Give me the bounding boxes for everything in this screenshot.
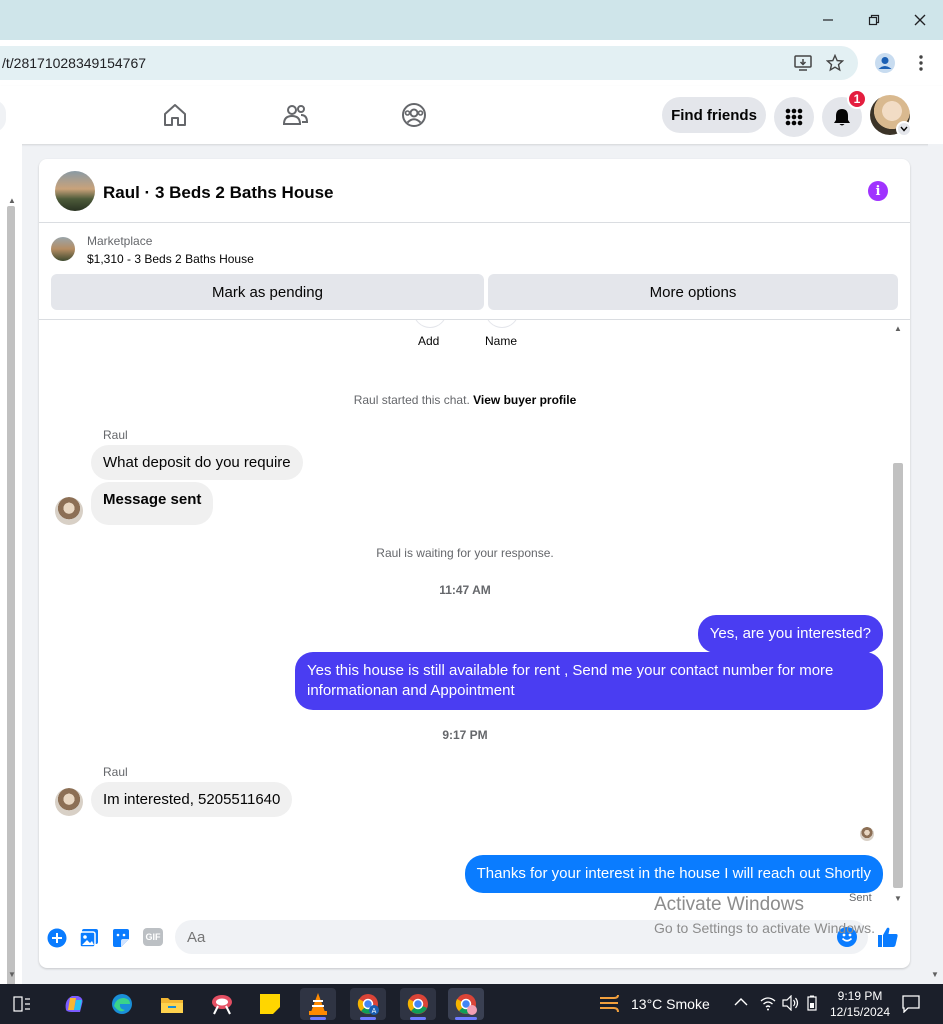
scroll-up-arrow-icon[interactable]: ▲ [894, 324, 902, 333]
scroll-up-arrow-icon[interactable]: ▲ [8, 196, 16, 205]
mark-as-pending-button[interactable]: Mark as pending [51, 274, 484, 310]
url-field[interactable]: /t/28171028349154767 [0, 46, 858, 80]
seen-indicator-avatar [860, 827, 874, 841]
wifi-icon[interactable] [760, 995, 776, 1016]
chat-started-notice: Raul started this chat. View buyer profi… [39, 393, 891, 407]
chrome-profile-b-icon[interactable] [400, 988, 436, 1020]
vlc-player-icon[interactable] [300, 988, 336, 1020]
outgoing-message[interactable]: Yes, are you interested? [697, 615, 883, 653]
photo-icon[interactable] [79, 928, 99, 948]
friends-icon[interactable] [282, 102, 309, 128]
chrome-profile-a-icon[interactable]: A [350, 988, 386, 1020]
file-explorer-icon[interactable] [154, 988, 190, 1020]
outgoing-message[interactable]: Thanks for your interest in the house I … [464, 855, 883, 893]
volume-icon[interactable] [782, 994, 800, 1016]
chat-header: Raul · 3 Beds 2 Baths House i [39, 159, 910, 223]
messages-scrollbar[interactable]: ▲ ▼ [891, 320, 905, 906]
sender-name: Raul [103, 765, 128, 779]
home-icon[interactable] [162, 102, 188, 128]
page-scrollbar[interactable]: ▼ [928, 144, 943, 984]
address-bar: /t/28171028349154767 [0, 40, 943, 86]
url-text: /t/28171028349154767 [2, 55, 147, 71]
groups-icon[interactable] [401, 102, 427, 128]
active-indicator [455, 1017, 477, 1020]
battery-icon[interactable] [806, 995, 818, 1016]
add-label: Add [418, 334, 440, 348]
edge-browser-icon[interactable] [104, 988, 140, 1020]
more-options-button[interactable]: More options [488, 274, 898, 310]
browser-menu-icon[interactable] [910, 52, 932, 74]
running-indicator [410, 1017, 426, 1020]
incoming-message[interactable]: What deposit do you require [91, 445, 303, 480]
running-indicator [310, 1017, 326, 1020]
clock-date: 12/15/2024 [829, 1005, 891, 1019]
watermark-line1: Activate Windows [654, 894, 804, 915]
snipping-tool-icon[interactable] [204, 988, 240, 1020]
menu-grid-icon[interactable] [774, 97, 814, 137]
install-app-icon[interactable] [792, 52, 814, 74]
task-view-icon[interactable] [4, 988, 40, 1020]
find-friends-button[interactable]: Find friends [662, 97, 766, 133]
info-icon[interactable]: i [868, 181, 888, 201]
profile-icon[interactable] [874, 52, 896, 74]
running-indicator [360, 1017, 376, 1020]
chat-panel: Raul · 3 Beds 2 Baths House i Marketplac… [39, 159, 910, 968]
bookmark-star-icon[interactable] [824, 52, 846, 74]
scroll-down-arrow-icon[interactable]: ▼ [894, 894, 902, 903]
incoming-message[interactable]: Message sent [91, 482, 214, 525]
sticker-icon[interactable] [111, 928, 131, 948]
chevron-up-icon[interactable] [734, 996, 748, 1010]
left-scrollbar[interactable]: ▲ ▼ [0, 144, 22, 990]
messages-scrollbar-thumb[interactable] [893, 463, 903, 888]
chrome-profile-c-icon[interactable] [448, 988, 484, 1020]
copilot-icon[interactable] [56, 988, 92, 1020]
watermark-line2: Go to Settings to activate Windows. [654, 920, 875, 936]
name-action-circle[interactable] [485, 320, 519, 328]
chat-title[interactable]: Raul · 3 Beds 2 Baths House [103, 183, 334, 203]
waiting-notice: Raul is waiting for your response. [376, 546, 554, 560]
sticky-notes-icon[interactable] [252, 988, 288, 1020]
incoming-message[interactable]: Im interested, 5205511640 [91, 782, 293, 817]
search-field-edge[interactable] [0, 100, 6, 132]
windows-taskbar: A 13°C Smoke 9:19 PM 12/15/2024 [0, 984, 943, 1024]
close-icon[interactable] [900, 6, 940, 34]
clock-time: 9:19 PM [837, 989, 883, 1003]
restore-icon[interactable] [854, 6, 894, 34]
timestamp: 11:47 AM [439, 583, 491, 597]
listing-avatar[interactable] [55, 171, 95, 211]
sender-avatar[interactable] [55, 497, 83, 525]
thumbs-up-icon[interactable] [877, 926, 899, 948]
browser-title-bar [0, 0, 943, 40]
left-scrollbar-thumb[interactable] [7, 206, 15, 990]
add-plus-icon[interactable] [47, 928, 67, 948]
svg-text:A: A [372, 1008, 377, 1015]
activate-windows-watermark: Activate Windows Go to Settings to activ… [654, 894, 875, 936]
notification-badge: 1 [847, 89, 867, 109]
listing-summary[interactable]: $1,310 - 3 Beds 2 Baths House [87, 252, 254, 266]
weather-smoke-icon[interactable] [598, 994, 622, 1019]
name-label: Name [485, 334, 518, 348]
page-scroll-down-icon[interactable]: ▼ [931, 970, 939, 979]
gif-label: GIF [143, 928, 163, 946]
marketplace-label: Marketplace [87, 234, 153, 248]
notification-center-icon[interactable] [902, 995, 920, 1018]
chat-started-text: Raul started this chat. [353, 393, 470, 407]
taskbar-clock[interactable]: 9:19 PM 12/15/2024 [828, 988, 892, 1020]
outgoing-message[interactable]: Yes this house is still available for re… [295, 652, 883, 710]
gif-icon[interactable]: GIF [143, 928, 163, 948]
listing-thumbnail[interactable] [51, 237, 75, 261]
sender-name: Raul [103, 428, 128, 442]
view-buyer-profile-link[interactable]: View buyer profile [473, 393, 576, 407]
message-list: Add Name Raul started this chat. View bu… [39, 320, 891, 906]
scroll-down-arrow-icon[interactable]: ▼ [8, 970, 16, 979]
minimize-icon[interactable] [808, 6, 848, 34]
timestamp: 9:17 PM [442, 728, 488, 742]
sender-avatar[interactable] [55, 788, 83, 816]
add-action-circle[interactable] [413, 320, 447, 328]
weather-text[interactable]: 13°C Smoke [631, 996, 710, 1012]
chevron-down-icon[interactable] [896, 121, 912, 137]
